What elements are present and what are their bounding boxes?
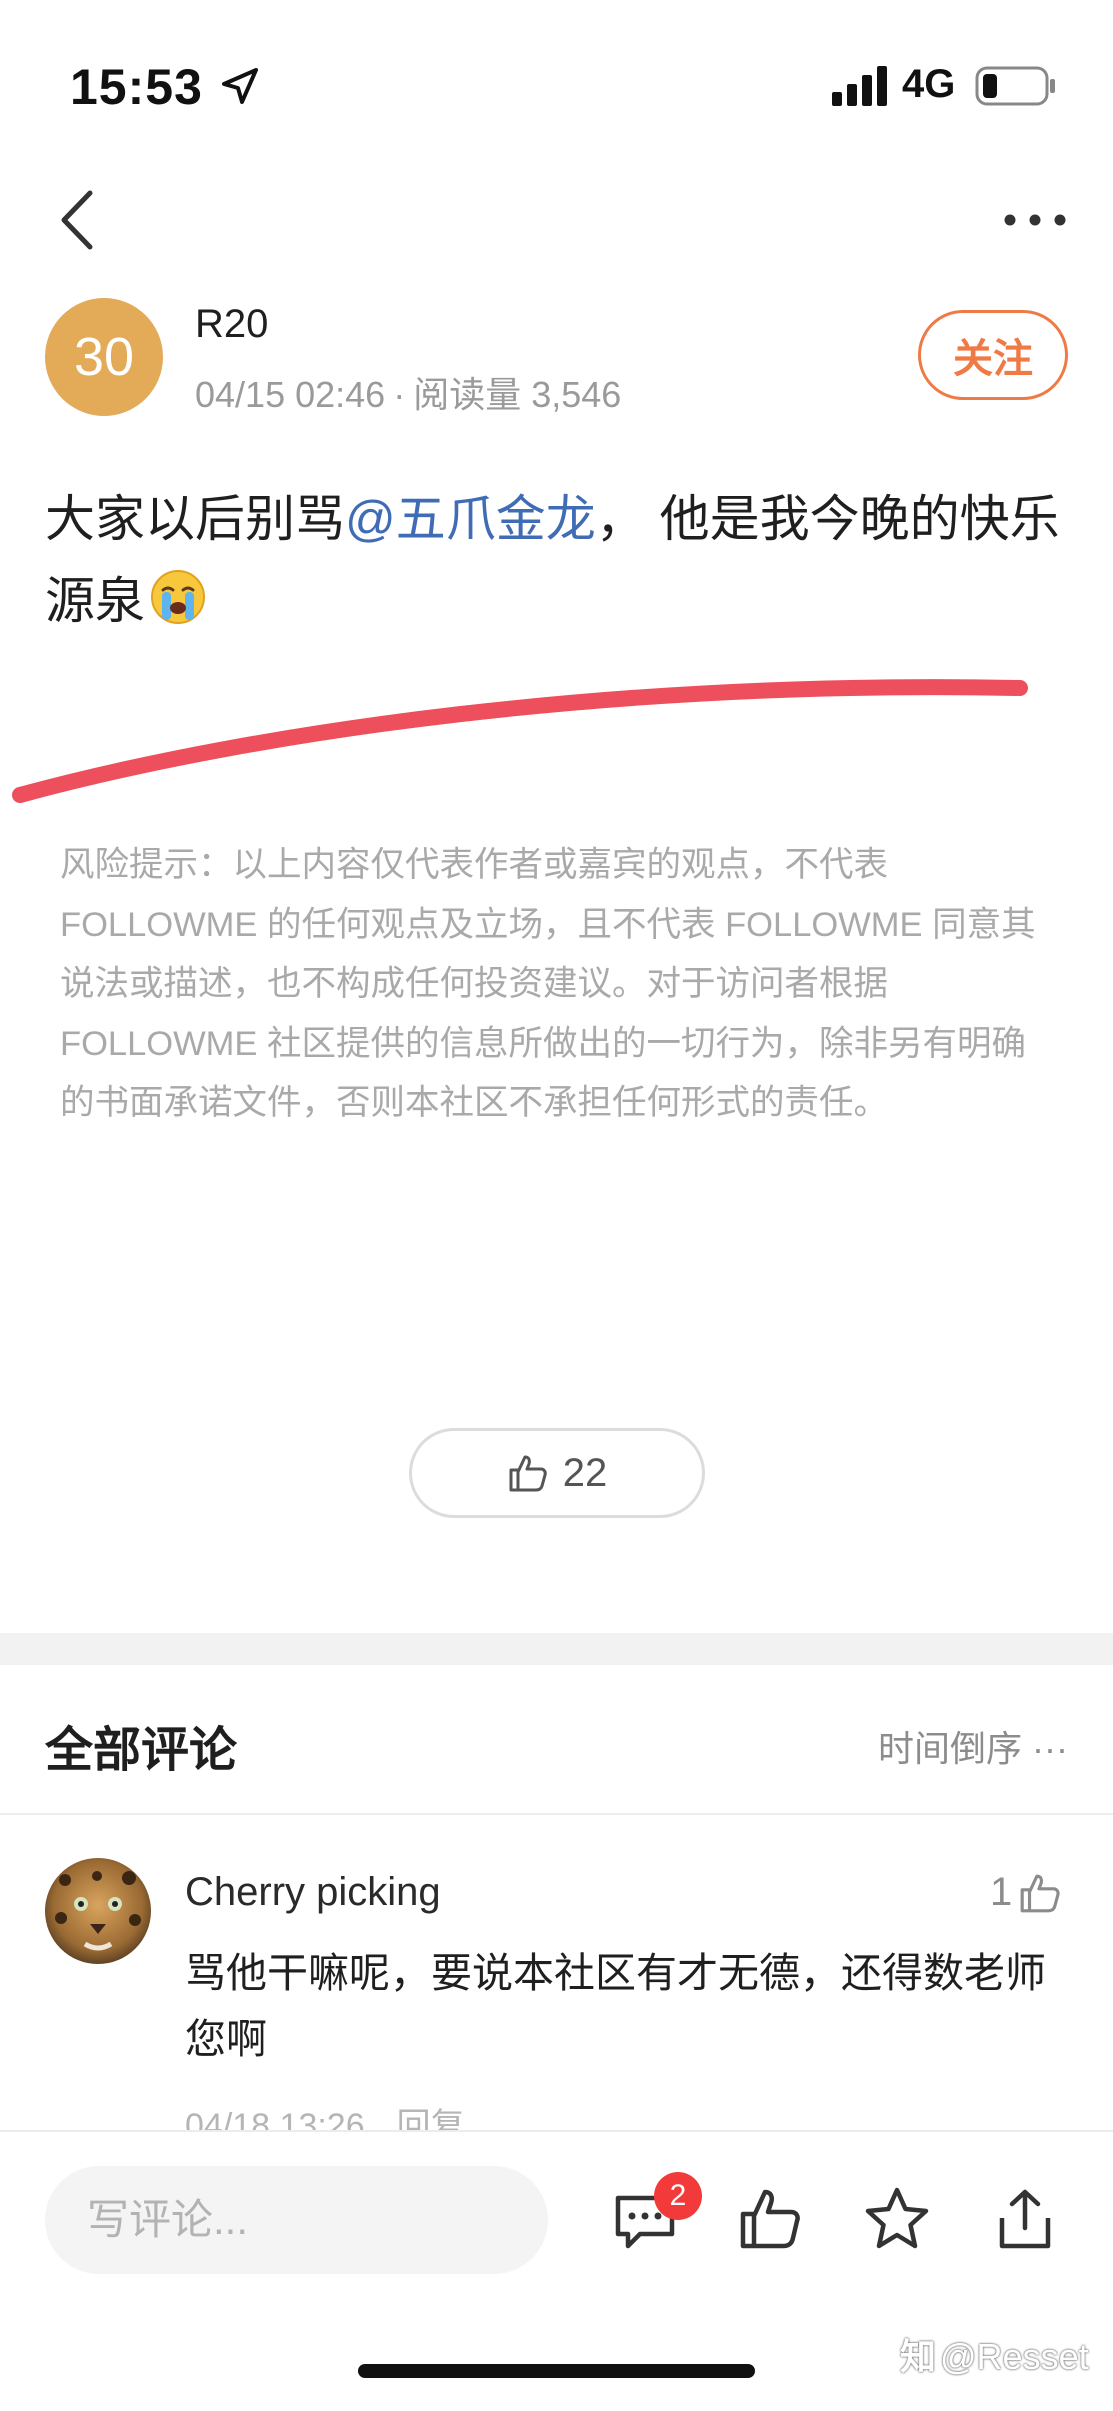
comment-count-badge: 2 [654, 2172, 702, 2220]
watermark-text: @Resset [940, 2336, 1089, 2377]
comment-like-count: 1 [990, 1870, 1013, 1914]
comment-meta: 04/18 13:26 回复 [185, 2098, 465, 2132]
post-meta: 04/15 02:46 · 阅读量 3,546 [195, 366, 621, 418]
author-name[interactable]: R20 [195, 302, 268, 347]
post-like-count: 22 [562, 1450, 608, 1495]
battery-icon [975, 66, 1055, 106]
more-icon[interactable] [1000, 205, 1070, 235]
post-like-button[interactable]: 22 [409, 1428, 705, 1518]
highlight-stroke [12, 679, 1028, 803]
status-time: 15:53 [70, 59, 203, 115]
comment-date: 04/18 13:26 [185, 2107, 365, 2132]
comment-sort-toggle[interactable]: 时间倒序 ··· [878, 1720, 1068, 1772]
comment-avatar[interactable] [45, 1858, 151, 1964]
comment-text: 骂他干嘛呢，要说本社区有才无德，还得数老师您啊 [185, 1950, 1046, 2062]
section-separator [0, 1633, 1113, 1665]
risk-disclaimer: 风险提示：以上内容仅代表作者或嘉宾的观点，不代表 FOLLOWME 的任何观点及… [60, 846, 1036, 1122]
comments-divider [0, 1813, 1113, 1815]
thumbs-up-icon[interactable] [735, 2184, 805, 2254]
comment-like-button[interactable]: 1 [990, 1870, 1062, 1915]
comments-title: 全部评论 [45, 1724, 238, 1777]
star-icon[interactable] [862, 2184, 932, 2254]
crying-emoji-icon [151, 570, 205, 624]
user-mention-link[interactable]: @五爪金龙 [345, 491, 596, 547]
thumbs-up-icon [1020, 1874, 1060, 1912]
status-bar: 15:53 4G [0, 0, 1113, 175]
watermark: 知 @Resset [900, 2328, 1089, 2380]
network-type: 4G [902, 62, 956, 106]
post-body: 大家以后别骂@五爪金龙， 他是我今晚的快乐源泉 [45, 478, 1065, 642]
meta-separator: · [393, 374, 406, 415]
post-date: 04/15 02:46 [195, 374, 386, 415]
zhihu-logo-icon: 知 [900, 2336, 937, 2377]
signal-icon [832, 66, 887, 106]
comment-reply-button[interactable]: 回复 [397, 2107, 465, 2132]
thumbs-up-icon [509, 1455, 547, 1492]
post-text-prefix: 大家以后别骂 [45, 491, 345, 547]
home-indicator[interactable] [358, 2364, 755, 2378]
comment-input[interactable] [45, 2166, 548, 2274]
comment-username[interactable]: Cherry picking [185, 1870, 441, 1915]
follow-button[interactable]: 关注 [918, 310, 1068, 400]
share-icon[interactable] [990, 2184, 1060, 2254]
author-avatar-level[interactable]: 30 [45, 298, 163, 416]
back-icon[interactable] [50, 185, 110, 255]
location-arrow-icon [222, 68, 258, 104]
view-count: 阅读量 3,546 [413, 374, 622, 415]
leopard-avatar-image [45, 1858, 151, 1964]
